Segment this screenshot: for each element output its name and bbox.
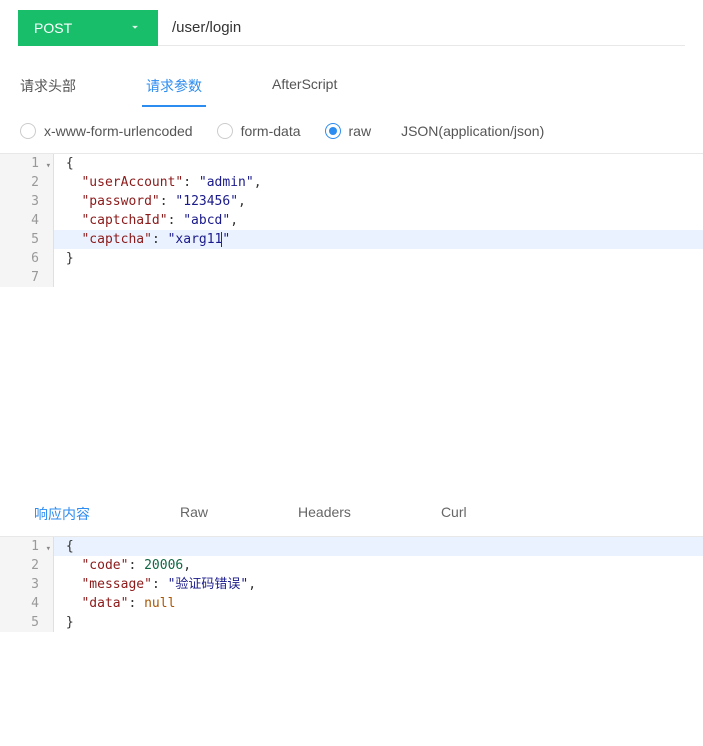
response-body-editor[interactable]: 1▾ {2 "code": 20006,3 "message": "验证码错误"…	[0, 536, 703, 632]
response-tabs: 响应内容 Raw Headers Curl	[0, 480, 703, 536]
editor-line[interactable]: 4 "captchaId": "abcd",	[0, 211, 703, 230]
editor-line[interactable]: 1▾ {	[0, 537, 703, 556]
editor-line[interactable]: 2 "userAccount": "admin",	[0, 173, 703, 192]
line-number: 5	[0, 230, 54, 249]
content-type-select[interactable]: JSON(application/json)	[401, 123, 544, 139]
url-input[interactable]	[158, 10, 685, 46]
http-method-label: POST	[34, 20, 72, 36]
tab-request-params[interactable]: 请求参数	[146, 76, 202, 106]
editor-line[interactable]: 1▾ {	[0, 154, 703, 173]
code-content[interactable]	[54, 268, 66, 287]
code-content[interactable]: "data": null	[54, 594, 175, 613]
code-content[interactable]: "password": "123456",	[54, 192, 246, 211]
body-type-row: x-www-form-urlencoded form-data raw JSON…	[0, 107, 703, 153]
line-number: 5	[0, 613, 54, 632]
request-tabs: 请求头部 请求参数 AfterScript	[0, 46, 703, 107]
editor-line[interactable]: 5 }	[0, 613, 703, 632]
line-number: 1▾	[0, 537, 54, 556]
tab-request-headers[interactable]: 请求头部	[20, 76, 76, 106]
code-content[interactable]: "captcha": "xarg11"	[54, 230, 230, 249]
code-content[interactable]: {	[54, 537, 74, 556]
radio-icon	[325, 123, 341, 139]
line-number: 4	[0, 594, 54, 613]
line-number: 1▾	[0, 154, 54, 173]
editor-line[interactable]: 3 "message": "验证码错误",	[0, 575, 703, 594]
tab-response-curl[interactable]: Curl	[441, 504, 467, 536]
code-content[interactable]: "captchaId": "abcd",	[54, 211, 238, 230]
tab-response-headers[interactable]: Headers	[298, 504, 351, 536]
code-content[interactable]: "code": 20006,	[54, 556, 191, 575]
code-content[interactable]: }	[54, 613, 74, 632]
radio-icon	[217, 123, 233, 139]
line-number: 6	[0, 249, 54, 268]
request-body-editor[interactable]: 1▾ {2 "userAccount": "admin",3 "password…	[0, 153, 703, 480]
http-method-select[interactable]: POST	[18, 10, 158, 46]
editor-line[interactable]: 2 "code": 20006,	[0, 556, 703, 575]
chevron-down-icon	[128, 20, 142, 37]
radio-label: x-www-form-urlencoded	[44, 123, 193, 139]
code-content[interactable]: "message": "验证码错误",	[54, 575, 256, 594]
radio-form-data[interactable]: form-data	[217, 123, 301, 139]
radio-raw[interactable]: raw	[325, 123, 372, 139]
editor-line[interactable]: 7	[0, 268, 703, 287]
line-number: 2	[0, 556, 54, 575]
editor-line[interactable]: 3 "password": "123456",	[0, 192, 703, 211]
code-content[interactable]: {	[54, 154, 74, 173]
line-number: 7	[0, 268, 54, 287]
tab-afterscript[interactable]: AfterScript	[272, 76, 337, 106]
radio-label: form-data	[241, 123, 301, 139]
radio-form-urlencoded[interactable]: x-www-form-urlencoded	[20, 123, 193, 139]
request-bar: POST	[0, 0, 703, 46]
radio-label: raw	[349, 123, 372, 139]
line-number: 3	[0, 575, 54, 594]
code-content[interactable]: }	[54, 249, 74, 268]
editor-line[interactable]: 5 "captcha": "xarg11"	[0, 230, 703, 249]
editor-line[interactable]: 6 }	[0, 249, 703, 268]
code-content[interactable]: "userAccount": "admin",	[54, 173, 262, 192]
line-number: 2	[0, 173, 54, 192]
line-number: 4	[0, 211, 54, 230]
line-number: 3	[0, 192, 54, 211]
tab-response-raw[interactable]: Raw	[180, 504, 208, 536]
tab-response-content[interactable]: 响应内容	[34, 504, 90, 536]
editor-line[interactable]: 4 "data": null	[0, 594, 703, 613]
radio-icon	[20, 123, 36, 139]
